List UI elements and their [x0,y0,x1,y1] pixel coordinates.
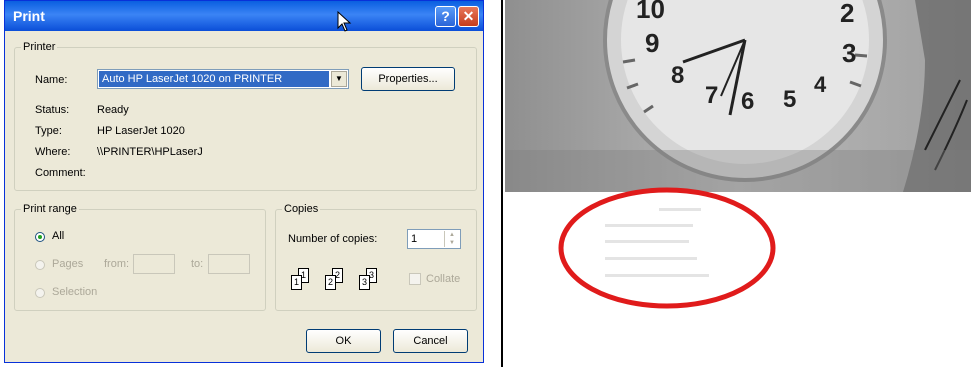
print-range-group-label: Print range [23,203,77,215]
clock-photo-image [505,0,971,367]
help-button[interactable]: ? [435,6,456,27]
printer-group-label: Printer [23,41,56,53]
where-value: \\PRINTER\HPLaserJ [97,146,203,158]
cancel-button[interactable]: Cancel [393,329,468,353]
clock-numeral: 4 [814,72,827,97]
where-label: Where: [35,146,71,158]
clock-numeral: 3 [842,38,857,68]
copies-spinner[interactable]: ▲ ▼ [444,231,459,247]
spin-up-icon[interactable]: ▲ [445,231,459,239]
camera-photo: 10 2 9 3 8 4 7 6 5 [505,0,971,367]
spin-down-icon[interactable]: ▼ [445,239,459,247]
clock-numeral: 9 [645,28,660,58]
to-label: to: [191,258,204,270]
status-value: Ready [97,104,129,116]
number-of-copies-label: Number of copies: [288,233,378,245]
selection-label: Selection [52,286,98,298]
copies-group: Copies [275,203,477,311]
properties-button[interactable]: Properties... [361,67,455,91]
clock-numeral: 6 [741,88,755,115]
comment-label: Comment: [35,167,86,179]
from-label: from: [104,258,130,270]
mouse-cursor-icon [337,11,352,32]
help-icon: ? [441,8,450,24]
from-input[interactable] [133,254,175,274]
name-label: Name: [35,74,68,86]
clock-numeral: 7 [705,82,719,109]
copies-group-label: Copies [284,203,319,215]
print-dialog: Print ? ✕ Printer Name: Auto HP LaserJet… [4,0,484,363]
dialog-title: Print [13,8,45,24]
number-of-copies-value: 1 [411,233,418,245]
collate-checkbox[interactable] [409,273,421,285]
collate-label: Collate [426,273,461,285]
number-of-copies-input[interactable]: 1 ▲ ▼ [407,229,461,249]
type-label: Type: [35,125,62,137]
pages-label: Pages [52,258,84,270]
clock-numeral: 2 [840,0,855,28]
clock-numeral: 10 [636,0,665,24]
chevron-down-icon[interactable]: ▼ [331,71,347,87]
close-icon: ✕ [462,8,475,24]
clock-numeral: 5 [783,86,797,113]
divider [501,0,503,367]
clock-numeral: 8 [671,62,685,89]
pages-radio[interactable] [35,260,45,270]
selection-radio[interactable] [35,288,45,298]
close-button[interactable]: ✕ [458,6,479,27]
all-label: All [52,230,65,242]
printer-name-select[interactable]: Auto HP LaserJet 1020 on PRINTER ▼ [97,69,349,89]
all-radio[interactable] [35,232,45,242]
ok-button[interactable]: OK [306,329,381,353]
type-value: HP LaserJet 1020 [97,125,185,137]
to-input[interactable] [208,254,250,274]
title-bar: Print ? ✕ [5,1,483,32]
status-label: Status: [35,104,70,116]
printer-name-value: Auto HP LaserJet 1020 on PRINTER [99,71,329,87]
